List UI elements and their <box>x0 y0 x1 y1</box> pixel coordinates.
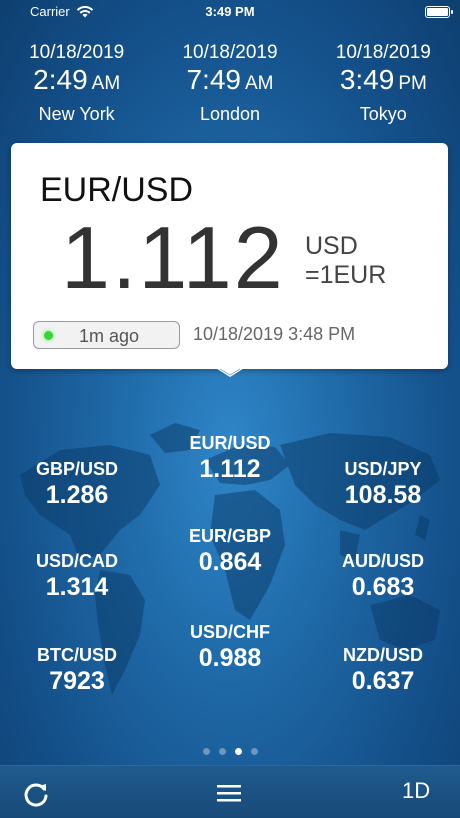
city-date: 10/18/2019 <box>335 42 431 63</box>
card-pair: EUR/USD <box>40 171 194 209</box>
status-bar: Carrier 3:49 PM <box>0 0 460 24</box>
rate-pair: USD/JPY <box>344 459 422 479</box>
rate-tile-btc-usd[interactable]: BTC/USD 7923 <box>12 644 142 696</box>
card-expand-chevron-icon[interactable] <box>214 367 246 379</box>
rate-tile-usd-chf[interactable]: USD/CHF 0.988 <box>165 621 295 673</box>
rate-tile-usd-cad[interactable]: USD/CAD 1.314 <box>12 550 142 602</box>
city-new-york: 10/18/2019 2:49 AM New York <box>0 42 153 126</box>
city-time: 7:49 AM <box>153 64 306 100</box>
rate-pair: AUD/USD <box>341 551 424 571</box>
city-time-value: 7:49 <box>186 64 241 95</box>
city-ampm: PM <box>398 73 427 94</box>
update-age-label: 1m ago <box>78 326 140 346</box>
city-time: 2:49 AM <box>0 64 153 100</box>
rate-value: 1.314 <box>45 573 109 601</box>
city-time-value: 3:49 <box>339 64 395 95</box>
card-unit: USD <box>305 232 358 260</box>
rate-detail-card[interactable]: EUR/USD 1.112 USD =1EUR 1m ago 10/18/201… <box>11 143 448 369</box>
card-rate: 1.112 <box>61 208 285 307</box>
city-name: London <box>199 104 261 124</box>
rate-tile-usd-jpy[interactable]: USD/JPY 108.58 <box>318 458 448 510</box>
battery-icon <box>425 6 453 18</box>
rate-value: 0.988 <box>198 644 262 672</box>
rate-pair: GBP/USD <box>35 459 118 479</box>
rate-value: 108.58 <box>344 481 422 509</box>
page-dot[interactable] <box>234 748 242 755</box>
rate-pair: EUR/USD <box>189 433 271 453</box>
city-ampm: AM <box>91 73 121 94</box>
city-time-value: 2:49 <box>33 64 88 95</box>
rate-value: 7923 <box>49 667 105 695</box>
rate-pair: EUR/GBP <box>188 526 271 546</box>
rate-tile-eur-gbp[interactable]: EUR/GBP 0.864 <box>165 525 295 577</box>
card-updated-time: 10/18/2019 3:48 PM <box>193 324 356 344</box>
rate-tile-eur-usd[interactable]: EUR/USD 1.112 <box>165 432 295 484</box>
menu-icon[interactable] <box>216 782 242 804</box>
rate-value: 1.112 <box>199 455 261 483</box>
city-name: Tokyo <box>359 104 407 124</box>
rate-pair: USD/CHF <box>190 622 270 642</box>
page-dot[interactable] <box>202 748 210 755</box>
city-ampm: AM <box>244 73 274 94</box>
city-tokyo: 10/18/2019 3:49 PM Tokyo <box>307 42 460 126</box>
city-date: 10/18/2019 <box>182 42 278 63</box>
rate-value: 0.637 <box>351 667 415 695</box>
rate-pair: NZD/USD <box>343 645 423 665</box>
rate-value: 1.286 <box>45 481 109 509</box>
city-time: 3:49 PM <box>307 64 460 100</box>
rate-value: 0.683 <box>351 573 415 601</box>
rate-pair: BTC/USD <box>37 645 117 665</box>
city-name: New York <box>38 104 115 124</box>
rate-tile-nzd-usd[interactable]: NZD/USD 0.637 <box>318 644 448 696</box>
update-age-badge: 1m ago <box>33 321 180 349</box>
page-dot[interactable] <box>250 748 258 755</box>
rate-value: 0.864 <box>198 548 262 576</box>
bottom-toolbar: 1D <box>0 765 460 818</box>
world-clocks: 10/18/2019 2:49 AM New York 10/18/2019 7:… <box>0 42 460 126</box>
card-base: =1EUR <box>305 261 387 289</box>
status-clock: 3:49 PM <box>205 4 255 19</box>
rate-pair: USD/CAD <box>35 551 118 571</box>
rate-tile-gbp-usd[interactable]: GBP/USD 1.286 <box>12 458 142 510</box>
page-indicator[interactable] <box>0 748 460 755</box>
city-london: 10/18/2019 7:49 AM London <box>153 42 306 126</box>
city-date: 10/18/2019 <box>29 42 125 63</box>
rate-tile-aud-usd[interactable]: AUD/USD 0.683 <box>318 550 448 602</box>
time-range-button[interactable]: 1D <box>402 778 430 804</box>
page-dot[interactable] <box>218 748 226 755</box>
refresh-icon[interactable] <box>22 780 50 808</box>
